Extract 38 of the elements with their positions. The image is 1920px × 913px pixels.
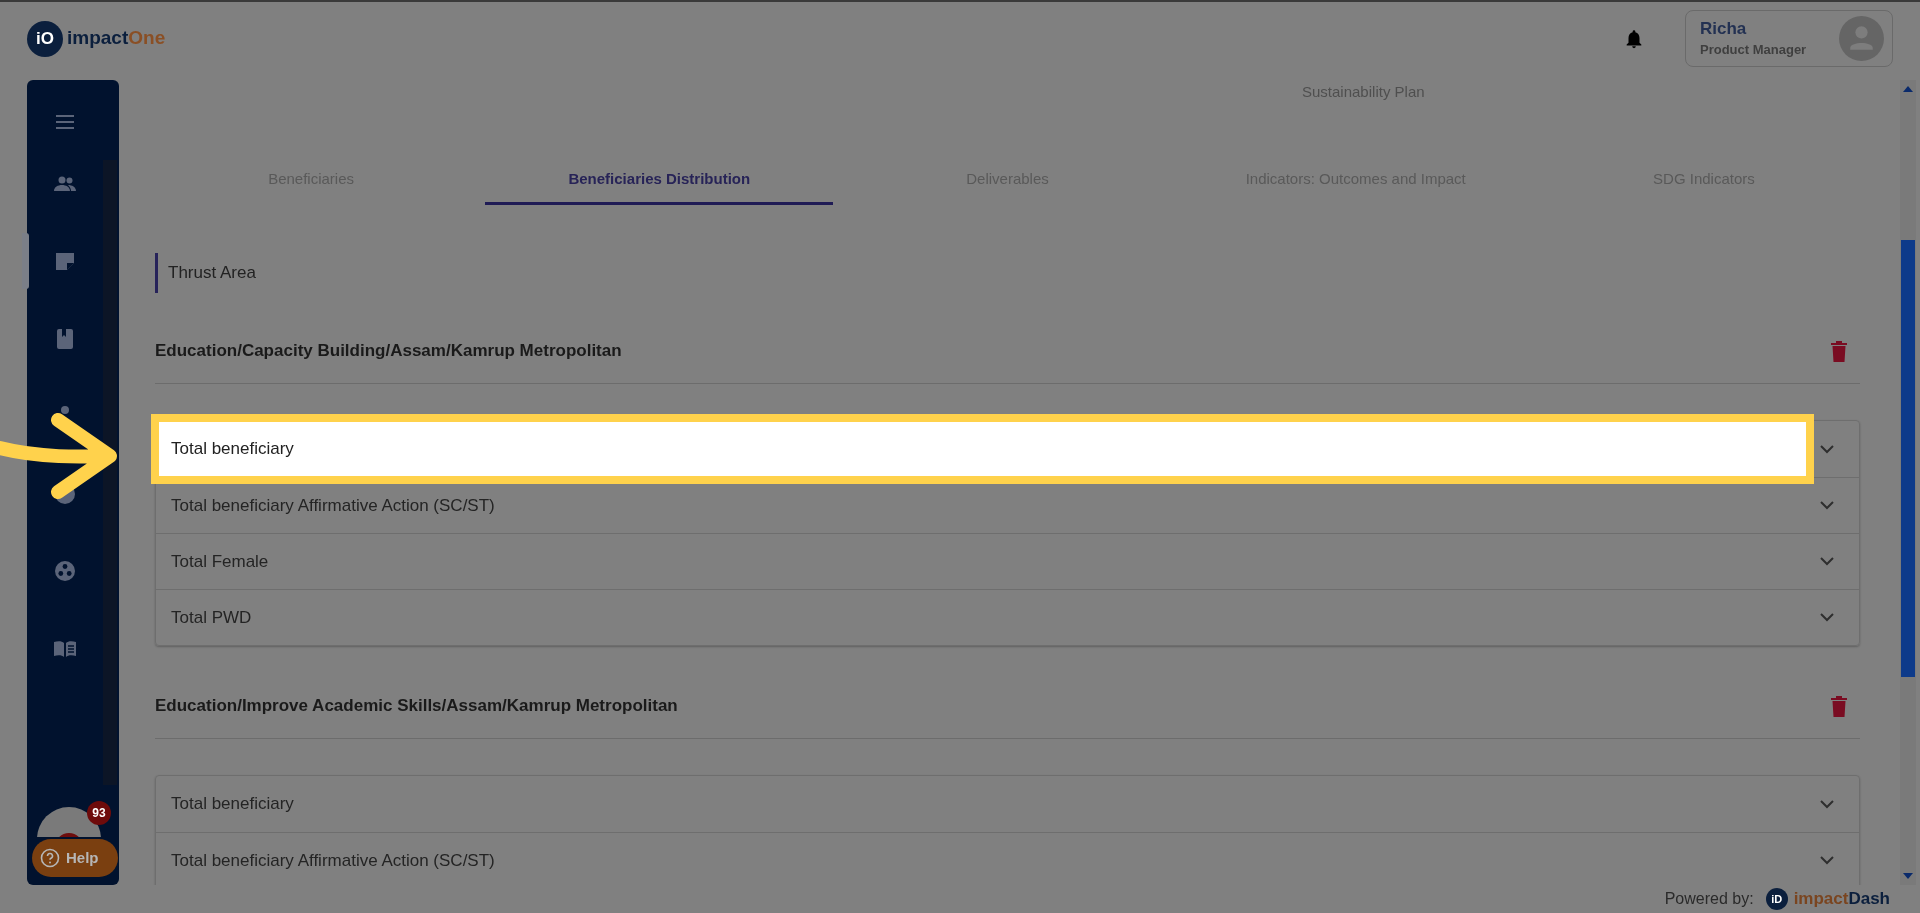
accordion-row[interactable]: Total beneficiary — [156, 776, 1859, 832]
chevron-down-icon — [1820, 799, 1834, 809]
logo-mark: iO — [27, 20, 63, 57]
accordion-row[interactable]: Total PWD — [156, 589, 1859, 645]
tab[interactable]: Beneficiaries Distribution — [485, 157, 834, 205]
delete-icon[interactable] — [1830, 339, 1848, 362]
accordion-row[interactable]: Total Female — [156, 533, 1859, 589]
brand-mark: iD — [1765, 888, 1788, 910]
app-logo-text: impactOne — [67, 26, 166, 51]
row-label: Total Female — [170, 550, 270, 573]
chevron-down-icon — [1820, 613, 1834, 622]
scrollbar-thumb[interactable] — [1901, 240, 1915, 677]
row-label: Total PWD — [170, 606, 253, 629]
group-title: Education/Capacity Building/Assam/Kamrup Metropolitan — [155, 339, 623, 362]
chevron-down-icon — [1820, 501, 1834, 510]
user-profile-card[interactable]: Richa Product Manager — [1685, 10, 1893, 67]
avatar-icon — [1839, 16, 1884, 61]
notification-badge: 93 — [87, 801, 111, 825]
powered-by-label: Powered by: — [1664, 889, 1754, 909]
section-label: Thrust Area — [168, 262, 256, 285]
brand-logo-text: impactDash — [1793, 888, 1890, 911]
section-marker — [155, 253, 158, 293]
row-label: Total beneficiary Affirmative Action (SC/ST) — [170, 849, 496, 872]
row-label: Total beneficiary Affirmative Action (SC/ST) — [170, 494, 496, 517]
chevron-down-icon — [1820, 557, 1834, 566]
help-button[interactable]: Help — [32, 839, 118, 877]
group-title: Education/Improve Academic Skills/Assam/Kamrup Metropolitan — [155, 694, 679, 717]
user-role: Product Manager — [1700, 40, 1808, 59]
help-icon — [40, 848, 60, 868]
film-reel-icon[interactable] — [53, 559, 77, 583]
delete-icon[interactable] — [1830, 694, 1848, 717]
scroll-down-icon[interactable] — [1903, 873, 1913, 879]
chevron-down-icon — [1820, 444, 1834, 454]
row-label: Total beneficiary — [170, 793, 295, 816]
user-name: Richa — [1700, 17, 1748, 40]
accordion-row[interactable]: Total beneficiary Affirmative Action (SC/ST) — [156, 477, 1859, 533]
chevron-down-icon — [1820, 856, 1834, 865]
scroll-up-icon[interactable] — [1903, 86, 1913, 92]
